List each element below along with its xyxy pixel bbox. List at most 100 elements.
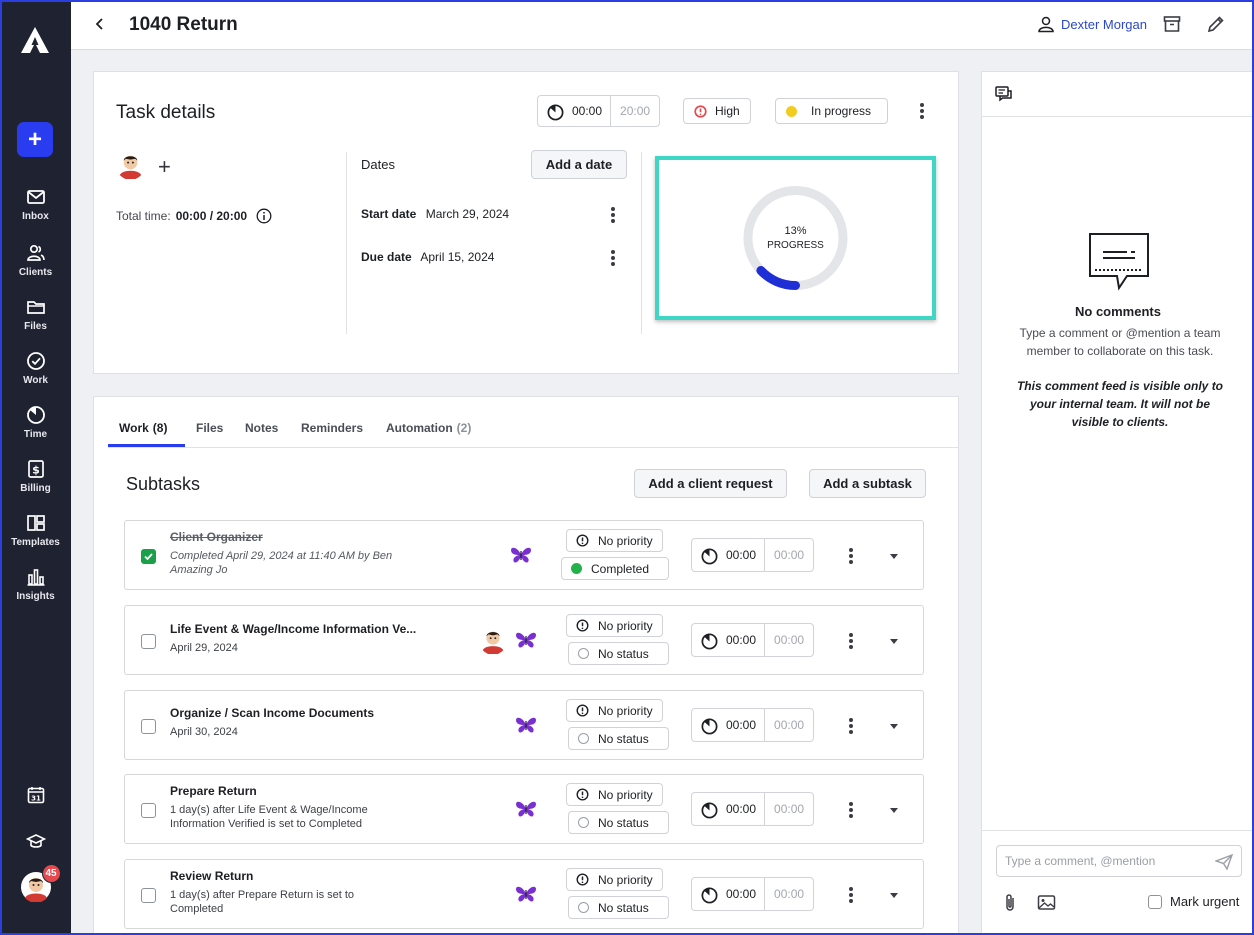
comments-icon[interactable] xyxy=(994,85,1014,105)
add-subtask-button[interactable]: Add a subtask xyxy=(809,469,926,498)
tab-files[interactable]: Files xyxy=(196,421,223,435)
sidebar-item-billing[interactable]: $ Billing xyxy=(0,459,71,509)
subtask-row[interactable]: Prepare Return 1 day(s) after Life Event… xyxy=(124,774,924,844)
info-icon[interactable] xyxy=(256,208,272,224)
assigned-user-link[interactable]: Dexter Morgan xyxy=(1037,15,1147,33)
add-client-request-button[interactable]: Add a client request xyxy=(634,469,787,498)
user-avatar[interactable]: 45 xyxy=(20,864,61,905)
due-date-options-icon[interactable] xyxy=(611,250,615,266)
priority-dropdown[interactable]: High xyxy=(683,98,751,124)
start-date-options-icon[interactable] xyxy=(611,207,615,223)
tab-reminders[interactable]: Reminders xyxy=(301,421,363,435)
stopwatch-icon[interactable] xyxy=(700,716,719,735)
subtask-row[interactable]: Organize / Scan Income Documents April 3… xyxy=(124,690,924,760)
subtask-timer[interactable]: 00:00 00:00 xyxy=(691,538,815,572)
assignee-avatar[interactable] xyxy=(479,626,507,654)
sidebar-item-time[interactable]: Time xyxy=(0,405,71,455)
priority-alert-icon xyxy=(576,704,589,717)
stopwatch-icon[interactable] xyxy=(700,885,719,904)
timer-estimate[interactable]: 00:00 xyxy=(764,709,813,741)
image-icon[interactable] xyxy=(1037,894,1056,911)
tab-automation[interactable]: Automation (2) xyxy=(386,421,471,435)
stopwatch-icon[interactable] xyxy=(700,631,719,650)
stopwatch-icon[interactable] xyxy=(546,102,565,121)
sidebar-item-work[interactable]: Work xyxy=(0,351,71,401)
expand-caret-icon[interactable] xyxy=(890,893,898,898)
subtask-row[interactable]: Client Organizer Completed April 29, 202… xyxy=(124,520,924,590)
subtask-priority[interactable]: No priority xyxy=(566,868,663,891)
butterfly-assignee-icon[interactable] xyxy=(514,630,538,650)
subtask-status[interactable]: No status xyxy=(568,642,669,665)
subtask-timer[interactable]: 00:00 00:00 xyxy=(691,708,815,742)
subtask-checkbox[interactable] xyxy=(141,719,156,734)
status-dropdown[interactable]: In progress xyxy=(775,98,888,124)
learning-button[interactable] xyxy=(0,831,71,851)
subtask-more-options-icon[interactable] xyxy=(849,887,853,903)
subtask-more-options-icon[interactable] xyxy=(849,718,853,734)
add-assignee-icon[interactable]: + xyxy=(158,154,171,180)
send-icon[interactable] xyxy=(1215,854,1233,870)
stopwatch-icon[interactable] xyxy=(700,546,719,565)
butterfly-assignee-icon[interactable] xyxy=(509,545,533,565)
sidebar-item-inbox[interactable]: Inbox xyxy=(0,187,71,237)
subtask-more-options-icon[interactable] xyxy=(849,802,853,818)
subtask-title[interactable]: Prepare Return xyxy=(170,784,257,798)
add-date-button[interactable]: Add a date xyxy=(531,150,627,179)
subtask-priority[interactable]: No priority xyxy=(566,783,663,806)
timer-estimate[interactable]: 00:00 xyxy=(764,878,813,910)
subtask-row[interactable]: Life Event & Wage/Income Information Ve.… xyxy=(124,605,924,675)
calendar-button[interactable]: 31 xyxy=(0,785,71,805)
subtask-status[interactable]: No status xyxy=(568,896,669,919)
subtask-row[interactable]: Review Return 1 day(s) after Prepare Ret… xyxy=(124,859,924,929)
subtask-timer[interactable]: 00:00 00:00 xyxy=(691,877,815,911)
tab-notes[interactable]: Notes xyxy=(245,421,278,435)
subtask-status[interactable]: No status xyxy=(568,727,669,750)
comment-input[interactable]: Type a comment, @mention xyxy=(996,845,1242,877)
mark-urgent-toggle[interactable]: Mark urgent xyxy=(1148,894,1239,909)
back-arrow-icon[interactable] xyxy=(91,15,109,33)
subtask-status[interactable]: No status xyxy=(568,811,669,834)
assignee-avatar[interactable] xyxy=(116,150,145,182)
expand-caret-icon[interactable] xyxy=(890,554,898,559)
subtask-title[interactable]: Review Return xyxy=(170,869,253,883)
stopwatch-icon[interactable] xyxy=(700,800,719,819)
app-logo[interactable] xyxy=(20,26,50,54)
sidebar-item-files[interactable]: Files xyxy=(0,297,71,347)
expand-caret-icon[interactable] xyxy=(890,808,898,813)
sidebar-item-clients[interactable]: Clients xyxy=(0,243,71,293)
subtask-priority[interactable]: No priority xyxy=(566,614,663,637)
edit-pencil-icon[interactable] xyxy=(1206,14,1226,34)
tab-work[interactable]: Work (8) xyxy=(119,421,167,435)
archive-icon[interactable] xyxy=(1162,14,1182,34)
butterfly-assignee-icon[interactable] xyxy=(514,715,538,735)
subtask-title[interactable]: Life Event & Wage/Income Information Ve.… xyxy=(170,622,416,636)
expand-caret-icon[interactable] xyxy=(890,639,898,644)
subtask-checkbox[interactable] xyxy=(141,549,156,564)
subtask-title[interactable]: Client Organizer xyxy=(170,530,263,544)
timer-estimate[interactable]: 00:00 xyxy=(764,793,813,825)
subtask-priority[interactable]: No priority xyxy=(566,699,663,722)
attachment-icon[interactable] xyxy=(1002,893,1018,913)
butterfly-assignee-icon[interactable] xyxy=(514,884,538,904)
butterfly-assignee-icon[interactable] xyxy=(514,799,538,819)
task-more-options-icon[interactable] xyxy=(920,103,924,119)
task-timer[interactable]: 00:00 20:00 xyxy=(537,95,661,127)
timer-estimate[interactable]: 00:00 xyxy=(764,539,813,571)
subtask-title[interactable]: Organize / Scan Income Documents xyxy=(170,706,374,720)
subtask-checkbox[interactable] xyxy=(141,803,156,818)
subtask-priority[interactable]: No priority xyxy=(566,529,663,552)
sidebar-item-templates[interactable]: Templates xyxy=(0,513,71,563)
subtask-more-options-icon[interactable] xyxy=(849,548,853,564)
subtask-timer[interactable]: 00:00 00:00 xyxy=(691,792,815,826)
sidebar-item-insights[interactable]: Insights xyxy=(0,567,71,617)
create-new-button[interactable]: + xyxy=(17,122,53,157)
subtask-checkbox[interactable] xyxy=(141,634,156,649)
timer-estimate[interactable]: 00:00 xyxy=(764,624,813,656)
mark-urgent-checkbox[interactable] xyxy=(1148,894,1162,909)
subtask-timer[interactable]: 00:00 00:00 xyxy=(691,623,815,657)
subtask-checkbox[interactable] xyxy=(141,888,156,903)
subtask-status[interactable]: Completed xyxy=(561,557,669,580)
expand-caret-icon[interactable] xyxy=(890,724,898,729)
subtask-more-options-icon[interactable] xyxy=(849,633,853,649)
timer-estimate[interactable]: 20:00 xyxy=(610,96,659,126)
